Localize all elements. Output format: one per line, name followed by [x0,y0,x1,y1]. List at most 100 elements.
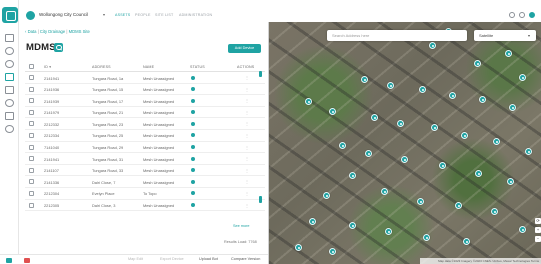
table-row[interactable]: 2141941 Tungara Road, 1a Mesh Unassigned… [25,72,265,84]
list-icon[interactable] [5,34,14,42]
clock-icon[interactable] [5,60,14,68]
select-all-checkbox[interactable] [29,64,34,69]
map-pin[interactable] [493,138,500,145]
table-row[interactable]: 2212332 Tungara Road, 23 Mesh Unassigned… [25,118,265,130]
map-pin[interactable] [507,178,514,185]
satellite-map[interactable] [269,22,541,264]
column-header-address[interactable]: ADDRESS [92,65,111,69]
row-checkbox[interactable] [29,202,34,208]
map-pin[interactable] [491,208,498,215]
row-checkbox[interactable] [29,121,34,127]
app-menu-icon[interactable] [2,7,18,23]
map-pin[interactable] [474,60,481,67]
map-pin[interactable] [365,150,372,157]
globe-icon[interactable] [5,47,14,55]
map-pin[interactable] [419,86,426,93]
row-checkbox[interactable] [29,179,34,185]
map-pin[interactable] [431,124,438,131]
map-pin[interactable] [461,132,468,139]
more-actions-icon[interactable]: ⋮ [245,156,249,161]
user-icon[interactable] [5,99,14,107]
map-pin[interactable] [519,226,526,233]
see-more-link[interactable]: See more [233,224,249,228]
more-actions-icon[interactable]: ⋮ [245,203,249,208]
table-row[interactable]: 2212305 Dalri Close, 3 Mesh Unassigned ⋮ [25,200,265,212]
nav-item-assets[interactable]: ASSETS [115,13,130,17]
council-selector[interactable]: Wollongong City Council [39,12,88,17]
more-actions-icon[interactable]: ⋮ [245,87,249,92]
more-actions-icon[interactable]: ⋮ [245,133,249,138]
document-icon[interactable] [5,73,14,81]
map-pin[interactable] [417,198,424,205]
row-checkbox[interactable] [29,86,34,92]
chart-icon[interactable] [5,112,14,120]
row-checkbox[interactable] [29,132,34,138]
notification-bell-icon[interactable] [509,12,515,18]
export-icon[interactable] [6,258,12,263]
upload-bot-button[interactable]: Upload Bot [199,257,218,261]
map-pin[interactable] [339,142,346,149]
column-header-status[interactable]: STATUS [190,65,205,69]
row-checkbox[interactable] [29,190,34,196]
map-pin[interactable] [455,202,462,209]
map-pin[interactable] [475,170,482,177]
table-row[interactable]: 2141939 Tungara Road, 17 Mesh Unassigned… [25,95,265,107]
map-pin[interactable] [381,188,388,195]
row-checkbox[interactable] [29,167,34,173]
more-actions-icon[interactable]: ⋮ [245,168,249,173]
map-pin[interactable] [349,222,356,229]
more-actions-icon[interactable]: ⋮ [245,191,249,196]
map-pin[interactable] [449,92,456,99]
map-type-value[interactable]: Satellite [479,33,493,38]
row-checkbox[interactable] [29,75,34,80]
chevron-down-icon[interactable]: ▾ [103,12,105,17]
table-row[interactable]: 2212304 Evelyn Place To Topo ⋮ [25,188,265,200]
row-checkbox[interactable] [29,156,34,162]
map-pin[interactable] [505,50,512,57]
compare-version-button[interactable]: Compare Version [231,257,260,261]
map-pin[interactable] [309,218,316,225]
map-pin[interactable] [329,108,336,115]
row-checkbox[interactable] [29,144,34,150]
export-device-button[interactable]: Export Device [160,257,184,261]
map-pin[interactable] [525,148,532,155]
nav-item-people[interactable]: PEOPLE [135,13,151,17]
settings-icon[interactable] [5,125,14,133]
more-actions-icon[interactable]: ⋮ [245,75,249,80]
map-search-placeholder[interactable]: Search Address here [332,33,369,38]
map-pin[interactable] [349,172,356,179]
map-pin[interactable] [387,82,394,89]
map-pin[interactable] [323,192,330,199]
nav-item-administration[interactable]: ADMINISTRATION [179,13,212,17]
map-pin[interactable] [401,156,408,163]
row-checkbox[interactable] [29,98,34,104]
map-pin[interactable] [429,42,436,49]
map-pin[interactable] [397,120,404,127]
table-row[interactable]: 2141941 Tungara Road, 31 Mesh Unassigned… [25,153,265,165]
scrollbar-top[interactable] [259,71,262,77]
sort-arrow-icon[interactable]: ▾ [49,65,51,69]
map-pin[interactable] [305,98,312,105]
calendar-icon[interactable] [5,86,14,94]
table-row[interactable]: 7141040 Tungara Road, 29 Mesh Unassigned… [25,142,265,154]
row-checkbox[interactable] [29,109,34,115]
map-pin[interactable] [361,76,368,83]
column-header-id[interactable]: ID ▾ [44,65,51,69]
map-pin[interactable] [329,248,336,255]
zoom-in-icon[interactable]: + [535,227,541,233]
delete-icon[interactable] [24,258,30,263]
table-row[interactable]: 2141936 Tungara Road, 15 Mesh Unassigned… [25,84,265,96]
user-avatar[interactable] [529,12,535,18]
map-pin[interactable] [509,104,516,111]
scrollbar-thumb[interactable] [259,196,262,203]
more-actions-icon[interactable]: ⋮ [245,145,249,150]
chevron-down-icon[interactable]: ▾ [528,33,530,38]
more-actions-icon[interactable]: ⋮ [245,121,249,126]
map-pin[interactable] [463,238,470,245]
map-pin[interactable] [423,234,430,241]
search-icon[interactable] [54,43,63,52]
more-actions-icon[interactable]: ⋮ [245,98,249,103]
map-pin[interactable] [385,228,392,235]
table-row[interactable]: 2141336 Dalri Close, 7 Mesh Unassigned ⋮ [25,176,265,188]
more-actions-icon[interactable]: ⋮ [245,179,249,184]
